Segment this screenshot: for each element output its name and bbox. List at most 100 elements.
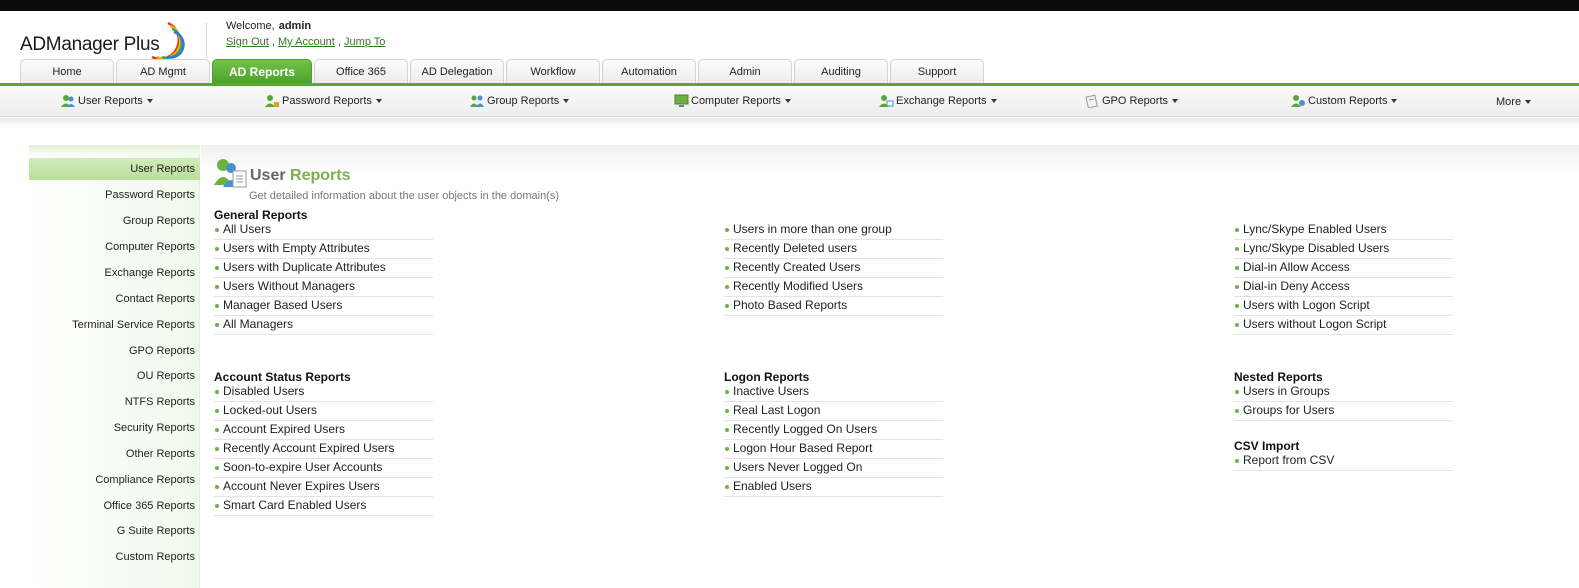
subnav-label: Group Reports [487,95,560,107]
subnav-label: More [1496,96,1522,108]
subnav-label: Computer Reports [691,95,781,107]
report-link[interactable]: Locked-out Users [214,402,433,421]
page-title-part1: User [250,167,286,184]
report-link[interactable]: Lync/Skype Enabled Users [1234,221,1453,240]
report-link[interactable]: Users Never Logged On [724,459,943,478]
subnav-label: Custom Reports [1308,95,1388,107]
subnav-user-reports[interactable]: User Reports [61,94,153,108]
section-title-account-status: Account Status Reports [214,370,351,384]
sidebar-item-group-reports[interactable]: Group Reports [29,210,200,232]
report-link[interactable]: Smart Card Enabled Users [214,497,433,516]
sidebar-item-user-reports[interactable]: User Reports [29,158,200,180]
sign-out-link[interactable]: Sign Out [226,36,269,48]
sidebar: User Reports Password Reports Group Repo… [29,145,200,588]
subnav-group-reports[interactable]: Group Reports [470,94,570,108]
report-link[interactable]: Inactive Users [724,383,943,402]
report-link[interactable]: Users with Duplicate Attributes [214,259,433,278]
tab-workflow[interactable]: Workflow [506,59,600,84]
chevron-down-icon [1525,100,1532,104]
subnav-computer-reports[interactable]: Computer Reports [674,94,791,108]
tab-automation[interactable]: Automation [602,59,696,84]
chevron-down-icon [990,99,997,103]
logo-text: ADManager Plus [20,34,160,55]
report-link[interactable]: Logon Hour Based Report [724,440,943,459]
report-link[interactable]: Dial-in Allow Access [1234,259,1453,278]
subnav-password-reports[interactable]: Password Reports [265,94,382,108]
sidebar-item-ntfs-reports[interactable]: NTFS Reports [29,391,200,413]
sidebar-item-security-reports[interactable]: Security Reports [29,417,200,439]
exchange-icon [879,94,894,108]
chevron-down-icon [784,99,791,103]
tab-office-365[interactable]: Office 365 [314,59,408,84]
report-link[interactable]: Recently Modified Users [724,278,943,297]
sidebar-item-password-reports[interactable]: Password Reports [29,184,200,206]
report-link[interactable]: Enabled Users [724,478,943,497]
logo-swoosh-icon [151,21,185,60]
jump-to-link[interactable]: Jump To [344,36,385,48]
logon-reports: Inactive Users Real Last Logon Recently … [724,383,943,497]
csv-import-reports: Report from CSV [1234,452,1453,471]
tab-ad-reports[interactable]: AD Reports [212,59,312,91]
subnav-label: Exchange Reports [896,95,987,107]
report-link[interactable]: Report from CSV [1234,452,1453,471]
report-link[interactable]: Groups for Users [1234,402,1453,421]
tab-ad-mgmt[interactable]: AD Mgmt [116,59,210,84]
sidebar-item-custom-reports[interactable]: Custom Reports [29,546,200,568]
sidebar-item-ou-reports[interactable]: OU Reports [29,365,200,387]
sidebar-item-gpo-reports[interactable]: GPO Reports [29,340,200,362]
user-reports-icon [214,157,248,189]
report-link[interactable]: Disabled Users [214,383,433,402]
report-link[interactable]: Recently Account Expired Users [214,440,433,459]
sidebar-item-terminal-service-reports[interactable]: Terminal Service Reports [29,314,200,336]
link-separator: , [271,36,275,48]
page-title-part2: Reports [290,167,351,184]
sidebar-item-contact-reports[interactable]: Contact Reports [29,288,200,310]
report-link[interactable]: Manager Based Users [214,297,433,316]
report-link[interactable]: Real Last Logon [724,402,943,421]
chevron-down-icon [1172,99,1179,103]
report-link[interactable]: All Managers [214,316,433,335]
report-link[interactable]: Recently Deleted users [724,240,943,259]
username: admin [278,20,312,32]
report-link[interactable]: Recently Created Users [724,259,943,278]
sidebar-item-compliance-reports[interactable]: Compliance Reports [29,469,200,491]
main-tabs: Home AD Mgmt AD Reports Office 365 AD De… [20,59,986,91]
report-link[interactable]: Photo Based Reports [724,297,943,316]
sidebar-item-exchange-reports[interactable]: Exchange Reports [29,262,200,284]
tab-admin[interactable]: Admin [698,59,792,84]
report-link[interactable]: Lync/Skype Disabled Users [1234,240,1453,259]
subnav-gpo-reports[interactable]: GPO Reports [1085,94,1179,109]
chevron-down-icon [563,99,570,103]
report-link[interactable]: Users in more than one group [724,221,943,240]
report-link[interactable]: Users with Logon Script [1234,297,1453,316]
sidebar-item-computer-reports[interactable]: Computer Reports [29,236,200,258]
computer-icon [674,94,689,108]
tab-support[interactable]: Support [890,59,984,84]
report-link[interactable]: Users in Groups [1234,383,1453,402]
report-link[interactable]: Account Expired Users [214,421,433,440]
section-title-csv-import: CSV Import [1234,439,1300,453]
sidebar-item-g-suite-reports[interactable]: G Suite Reports [29,520,200,542]
report-link[interactable]: Recently Logged On Users [724,421,943,440]
report-link[interactable]: Users without Logon Script [1234,316,1453,335]
section-title-general: General Reports [214,208,308,222]
welcome-text: Welcome, admin [226,20,311,32]
report-link[interactable]: Users with Empty Attributes [214,240,433,259]
password-users-icon [265,94,280,108]
report-link[interactable]: All Users [214,221,433,240]
subnav-more[interactable]: More [1496,96,1532,108]
report-link[interactable]: Users Without Managers [214,278,433,297]
my-account-link[interactable]: My Account [278,36,335,48]
subnav-custom-reports[interactable]: Custom Reports [1291,94,1398,108]
sidebar-item-other-reports[interactable]: Other Reports [29,443,200,465]
top-black-bar [0,0,1579,11]
subnav-exchange-reports[interactable]: Exchange Reports [879,94,997,108]
tab-home[interactable]: Home [20,59,114,84]
sidebar-item-office-365-reports[interactable]: Office 365 Reports [29,495,200,517]
tab-ad-delegation[interactable]: AD Delegation [410,59,504,84]
report-link[interactable]: Dial-in Deny Access [1234,278,1453,297]
tab-auditing[interactable]: Auditing [794,59,888,84]
app-header: ADManager Plus Welcome, admin Sign Out , … [0,11,1579,91]
report-link[interactable]: Soon-to-expire User Accounts [214,459,433,478]
report-link[interactable]: Account Never Expires Users [214,478,433,497]
